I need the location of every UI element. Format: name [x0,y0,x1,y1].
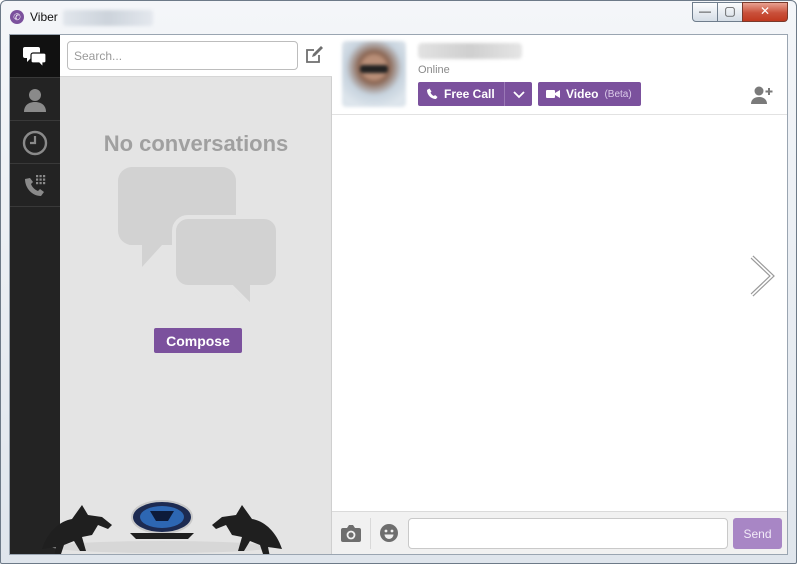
rail-item-contacts[interactable] [10,78,60,121]
phone-icon [427,88,438,99]
conversation-panel: No conversations Compose [42,35,332,554]
close-button[interactable]: ✕ [742,2,788,22]
empty-chat-bubbles-icon [118,167,278,307]
search-input[interactable] [67,41,298,70]
composer-divider [370,518,371,549]
phone-keypad-icon [25,175,46,196]
message-input[interactable] [408,518,728,549]
app-client-area: No conversations Compose Online [9,34,788,555]
blurred-account-name [63,10,153,26]
minimize-button[interactable]: — [692,2,718,22]
maximize-button[interactable]: ▢ [717,2,743,22]
emoji-smiley-icon[interactable] [379,523,399,543]
free-call-label: Free Call [444,87,495,101]
add-contact-icon[interactable] [750,85,774,105]
call-options-dropdown[interactable] [504,82,532,106]
window-title: Viber [30,10,58,24]
contact-name-blurred [418,43,522,59]
chevron-right-icon[interactable] [748,253,778,299]
video-camera-icon [546,90,560,98]
chat-panel: Online Free Call Video (Beta) Send [332,35,787,554]
viber-window: ✆ Viber — ▢ ✕ Search... No conversations… [0,0,797,564]
chat-bubbles-icon [23,47,47,68]
chat-header: Online Free Call Video (Beta) [332,35,787,115]
compose-icon[interactable] [304,45,324,65]
contact-avatar[interactable] [342,41,406,107]
contact-status: Online [418,64,450,76]
send-button[interactable]: Send [733,518,782,549]
video-beta-label: (Beta) [604,88,632,100]
rail-item-recents[interactable] [10,121,60,164]
empty-state-title: No conversations [103,131,289,156]
video-label: Video [566,87,599,101]
free-call-button[interactable]: Free Call [418,82,505,106]
title-bar[interactable]: ✆ Viber — ▢ ✕ [1,1,796,31]
window-controls: — ▢ ✕ [692,2,788,22]
video-call-button[interactable]: Video (Beta) [538,82,641,106]
person-icon [24,89,46,112]
chevron-down-icon [512,90,525,98]
chat-composer-bar: Send [332,511,787,554]
search-bar [60,35,332,77]
rail-item-conversations[interactable] [10,35,60,78]
compose-button[interactable]: Compose [154,328,242,353]
clock-icon [22,130,48,156]
rail-item-keypad[interactable] [10,164,60,207]
viber-logo-icon: ✆ [10,10,24,24]
nav-rail [10,35,60,554]
watermark-logo [42,500,282,554]
camera-icon[interactable] [340,523,362,543]
